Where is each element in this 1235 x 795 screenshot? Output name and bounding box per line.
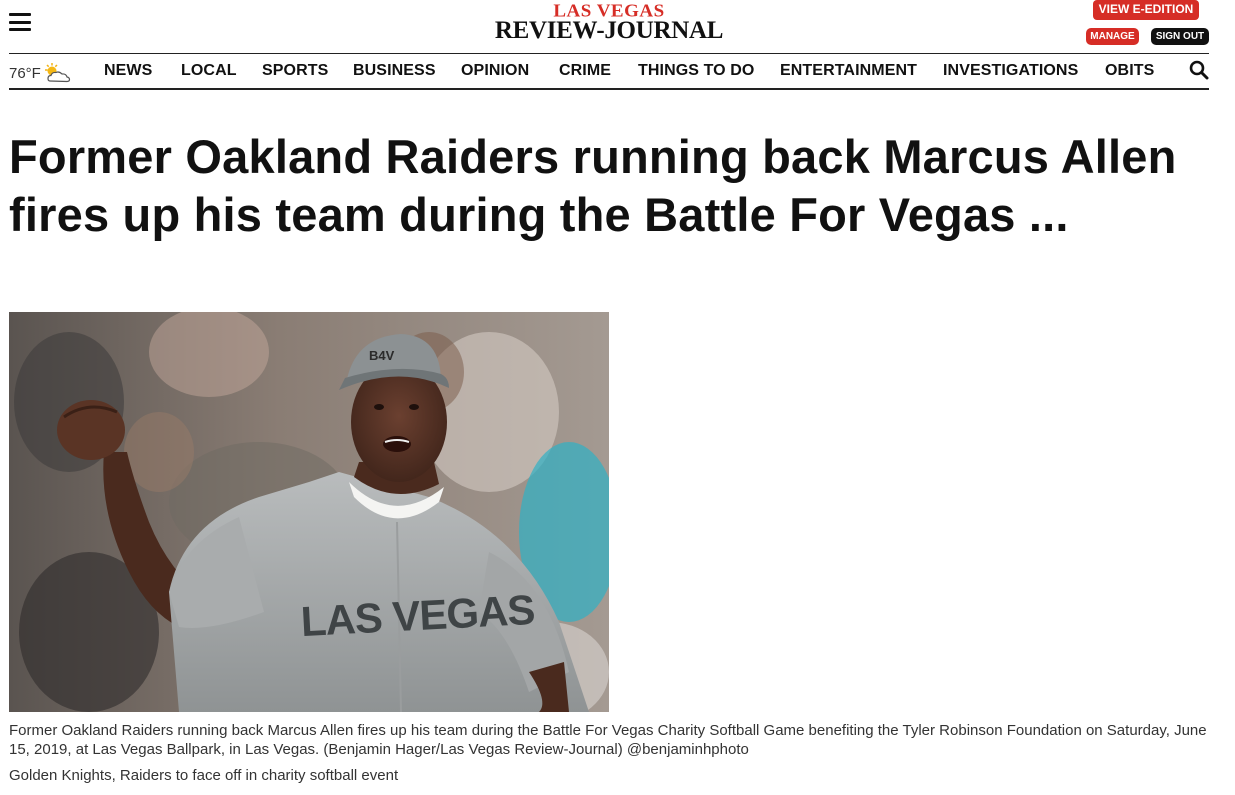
partly-cloudy-icon (44, 63, 70, 83)
weather-temperature: 76°F (9, 64, 41, 82)
logo-top-text: LAS VEGAS (553, 1, 665, 22)
nav-obits[interactable]: OBITS (1105, 62, 1154, 80)
article-photo[interactable]: B4V LAS VEGAS (9, 312, 609, 712)
marcus-allen-photo: B4V LAS VEGAS (9, 312, 609, 712)
article-headline: Former Oakland Raiders running back Marc… (9, 130, 1177, 241)
cap-text: B4V (369, 348, 395, 363)
logo-bottom-text: REVIEW-JOURNAL (494, 17, 724, 44)
manage-button[interactable]: MANAGE (1086, 28, 1139, 45)
nav-opinion[interactable]: OPINION (461, 62, 529, 80)
menu-hamburger-icon[interactable] (9, 13, 31, 31)
photo-caption: Former Oakland Raiders running back Marc… (9, 722, 1207, 758)
nav-local[interactable]: LOCAL (181, 62, 237, 80)
nav-crime[interactable]: CRIME (559, 62, 611, 80)
sign-out-button[interactable]: SIGN OUT (1151, 28, 1209, 45)
view-e-edition-button[interactable]: VIEW E-EDITION (1093, 0, 1199, 20)
nav-investigations[interactable]: INVESTIGATIONS (943, 62, 1078, 80)
related-article-link[interactable]: Golden Knights, Raiders to face off in c… (9, 767, 398, 784)
main-nav: 76°F NEWS LOCAL SPORTS BUSINESS OPINION … (9, 53, 1209, 90)
nav-things-to-do[interactable]: THINGS TO DO (638, 62, 754, 80)
nav-entertainment[interactable]: ENTERTAINMENT (780, 62, 917, 80)
nav-news[interactable]: NEWS (104, 62, 152, 80)
nav-sports[interactable]: SPORTS (262, 62, 328, 80)
search-icon[interactable] (1189, 60, 1209, 80)
site-logo[interactable]: LAS VEGAS REVIEW-JOURNAL (478, 2, 740, 43)
nav-business[interactable]: BUSINESS (353, 62, 436, 80)
weather-widget[interactable]: 76°F (9, 62, 72, 84)
